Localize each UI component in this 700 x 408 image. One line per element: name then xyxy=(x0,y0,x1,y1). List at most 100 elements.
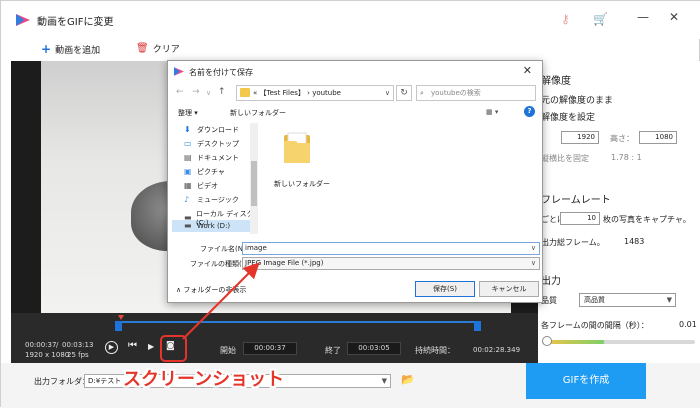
video-fps: 25 fps xyxy=(67,351,89,359)
start-time-field[interactable]: 00:00:37 xyxy=(243,342,297,355)
nav-item-label: ミュージック xyxy=(197,196,239,204)
document-icon: ▤ xyxy=(184,153,192,162)
filename-label: ファイル名(N): xyxy=(200,245,249,253)
file-list: 新しいフォルダー xyxy=(260,123,540,233)
app-logo-icon xyxy=(16,14,30,26)
desktop-icon: ▭ xyxy=(184,139,192,148)
total-frames-value: 1483 xyxy=(624,237,645,246)
back-arrow-icon[interactable]: ← xyxy=(176,87,184,97)
search-input[interactable]: ⌕ youtubeの検索 xyxy=(416,85,536,101)
play-button[interactable]: ▶ xyxy=(105,341,118,354)
lock-ratio-checkbox[interactable]: 縦横比を固定 xyxy=(541,153,589,164)
folder-item-label: 新しいフォルダー xyxy=(274,180,330,188)
interval-value: 0.01 xyxy=(679,320,697,329)
prev-frame-button[interactable]: ⏮ xyxy=(128,340,137,351)
interval-slider-knob[interactable] xyxy=(542,336,552,346)
filetype-select[interactable]: JPEG Image File (*.jpg) ∨ xyxy=(242,257,540,270)
height-field[interactable]: 1080 xyxy=(639,131,677,144)
total-time: 00:03:13 xyxy=(62,341,94,349)
chevron-down-icon[interactable]: ∨ xyxy=(206,89,211,97)
keep-original-option[interactable]: 元の解像度のまま xyxy=(541,93,613,106)
organize-button[interactable]: 整理 ▾ xyxy=(178,108,198,118)
duration-value: 00:02:28.349 xyxy=(473,346,521,354)
filetype-value: JPEG Image File (*.jpg) xyxy=(245,259,324,267)
up-arrow-icon[interactable]: ↑ xyxy=(218,87,226,97)
clear-label: クリア xyxy=(152,45,180,55)
download-icon: ⬇ xyxy=(184,125,191,134)
save-button[interactable]: 保存(S) xyxy=(415,281,475,297)
nav-item-label: Work (D:) xyxy=(197,222,231,230)
nav-item-label: ビデオ xyxy=(197,182,218,190)
end-time-field[interactable]: 00:03:05 xyxy=(347,342,401,355)
forward-arrow-icon[interactable]: → xyxy=(192,87,200,97)
view-icon[interactable]: ▦ ▾ xyxy=(486,108,498,116)
height-label: 高さ： xyxy=(610,134,634,143)
chevron-down-icon[interactable]: ∨ xyxy=(531,258,536,269)
clear-button[interactable]: 🗑 クリア xyxy=(136,42,180,55)
new-folder-button[interactable]: 新しいフォルダー xyxy=(230,108,286,118)
ratio-value: 1.78 : 1 xyxy=(611,153,642,162)
add-video-button[interactable]: + 動画を追加 xyxy=(41,42,100,56)
search-icon: ⌕ xyxy=(420,89,424,97)
chevron-down-icon[interactable]: ∨ xyxy=(531,243,536,254)
interval-label: 各フレームの間の間隔（秒）： xyxy=(541,321,649,330)
screenshot-highlight-box xyxy=(160,335,187,362)
app-window: 動画をGIFに変更 ⚷ 🛒 — ✕ + 動画を追加 🗑 クリア 00:00:37… xyxy=(0,0,700,408)
trim-start-handle[interactable] xyxy=(115,321,122,331)
minimize-button[interactable]: — xyxy=(637,10,649,24)
path-part2[interactable]: youtube xyxy=(312,89,341,97)
dialog-title: 名前を付けて保存 xyxy=(189,68,253,77)
path-part1[interactable]: 【Test Files】 xyxy=(260,89,305,97)
quality-select[interactable]: 高品質 ▼ xyxy=(579,293,676,307)
nav-item-work-d[interactable]: ▬ Work (D:) xyxy=(184,221,231,231)
output-folder-value: D:¥テスト xyxy=(88,377,122,385)
nav-scrollbar[interactable] xyxy=(250,123,258,234)
nav-item-music[interactable]: ♪ ミュージック xyxy=(184,195,239,205)
command-bar: 整理 ▾ 新しいフォルダー ▦ ▾ ? xyxy=(168,105,544,122)
output-title: 出力 xyxy=(541,276,561,287)
time-separator: / xyxy=(56,341,59,349)
filename-input[interactable]: image ∨ xyxy=(242,242,540,255)
width-field[interactable]: 1920 xyxy=(561,131,599,144)
quality-label: 品質 xyxy=(541,296,557,305)
path-separator: › xyxy=(307,89,310,97)
hide-folders-toggle[interactable]: ∧ フォルダーの非表示 xyxy=(176,285,246,295)
save-as-dialog: 名前を付けて保存 ✕ ← → ∨ ↑ « 【Test Files】 › yout… xyxy=(167,60,543,303)
set-resolution-option[interactable]: 解像度を設定 xyxy=(541,110,595,123)
key-icon[interactable]: ⚷ xyxy=(561,12,570,26)
create-gif-button[interactable]: GIFを作成 xyxy=(526,363,646,399)
nav-item-downloads[interactable]: ⬇ ダウンロード xyxy=(184,125,239,135)
nav-item-videos[interactable]: ▦ ビデオ xyxy=(184,181,218,191)
trim-end-handle[interactable] xyxy=(474,321,481,331)
refresh-icon[interactable]: ↻ xyxy=(396,85,412,101)
timeline-panel: 00:00:37 / 00:03:13 1920 x 1080 25 fps ▶… xyxy=(11,313,538,363)
dialog-close-icon[interactable]: ✕ xyxy=(523,64,532,77)
folder-open-icon[interactable]: 📂 xyxy=(401,373,415,386)
search-placeholder: youtubeの検索 xyxy=(431,89,481,97)
playhead-marker[interactable] xyxy=(118,315,124,320)
nav-item-documents[interactable]: ▤ ドキュメント xyxy=(184,153,239,163)
chevron-down-icon[interactable]: ∨ xyxy=(385,86,390,100)
next-frame-button[interactable]: ▶ xyxy=(148,342,154,351)
help-icon[interactable]: ? xyxy=(524,106,535,117)
drive-icon: ▬ xyxy=(184,221,192,230)
plus-icon: + xyxy=(41,42,52,56)
cancel-button[interactable]: キャンセル xyxy=(479,281,539,297)
trim-track[interactable] xyxy=(118,321,480,323)
every-n-field[interactable]: 10 xyxy=(560,212,600,225)
close-button[interactable]: ✕ xyxy=(669,10,679,24)
nav-item-label: ダウンロード xyxy=(197,126,239,134)
nav-item-label: ドキュメント xyxy=(197,154,239,162)
nav-item-pictures[interactable]: ▣ ピクチャ xyxy=(184,167,225,177)
hide-folders-label: フォルダーの非表示 xyxy=(183,286,247,294)
nav-item-label: デスクトップ xyxy=(197,140,239,148)
filename-value: image xyxy=(245,244,267,252)
interval-slider[interactable] xyxy=(542,340,695,344)
music-icon: ♪ xyxy=(184,195,190,204)
filename-row: ファイル名(N): image ∨ xyxy=(168,242,544,256)
address-bar[interactable]: « 【Test Files】 › youtube ∨ xyxy=(236,85,394,101)
cart-icon[interactable]: 🛒 xyxy=(593,12,608,26)
nav-scrollbar-thumb[interactable] xyxy=(251,161,257,206)
total-frames-label: 出力総フレーム。 xyxy=(541,238,605,247)
nav-item-desktop[interactable]: ▭ デスクトップ xyxy=(184,139,239,149)
